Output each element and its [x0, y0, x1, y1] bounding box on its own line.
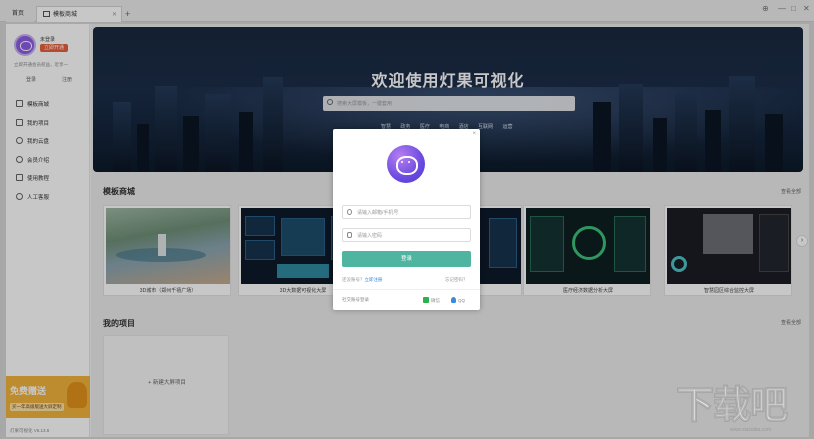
no-account-label: 还没账号？	[342, 277, 365, 282]
user-icon	[347, 209, 352, 215]
password-placeholder: 请输入密码	[357, 233, 383, 239]
account-field[interactable]: 请输入邮箱/手机号	[342, 205, 471, 219]
wechat-login-button[interactable]: 微信	[423, 297, 440, 304]
qq-label: QQ	[458, 298, 466, 303]
forgot-password-link[interactable]: 忘记密码？	[445, 277, 468, 283]
watermark: 下载吧 www.xiazaiba.com	[675, 374, 808, 434]
social-login-label: 社交账号登录	[342, 297, 369, 302]
watermark-url: www.xiazaiba.com	[730, 427, 772, 433]
wechat-icon	[423, 297, 429, 303]
register-now-link[interactable]: 立即注册	[365, 277, 383, 282]
account-placeholder: 请输入邮箱/手机号	[357, 210, 399, 216]
watermark-logo: 下载吧	[675, 385, 788, 428]
app-logo-icon	[387, 145, 425, 183]
lock-icon	[347, 232, 352, 238]
close-icon[interactable]: ×	[472, 131, 476, 137]
login-modal: × 请输入邮箱/手机号 请输入密码 登录 还没账号？立即注册 忘记密码？ 社交账…	[333, 129, 480, 310]
wechat-label: 微信	[431, 298, 440, 303]
qq-login-button[interactable]: QQ	[451, 297, 465, 303]
login-button[interactable]: 登录	[342, 251, 471, 267]
no-account-text: 还没账号？立即注册	[342, 277, 383, 283]
password-field[interactable]: 请输入密码	[342, 228, 471, 242]
modal-divider	[333, 289, 480, 290]
qq-icon	[451, 297, 456, 303]
